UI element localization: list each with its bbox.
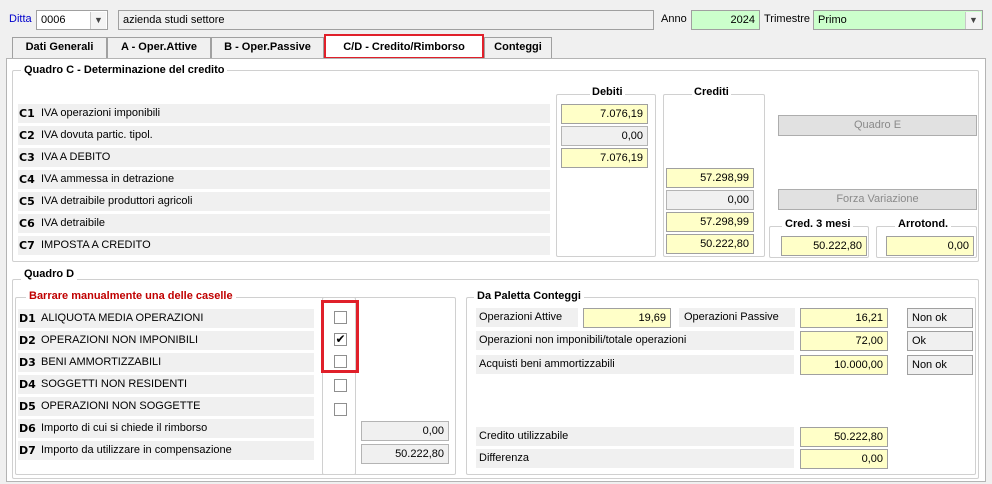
d7-field: 50.222,80 [361, 444, 449, 464]
code-d1: D1 [19, 312, 36, 325]
differenza-label: Differenza [479, 452, 529, 464]
label-c4: IVA ammessa in detrazione [41, 173, 175, 185]
code-d2: D2 [19, 334, 36, 347]
d5-checkbox[interactable] [334, 403, 347, 416]
code-d4: D4 [19, 378, 36, 391]
tab-conteggi[interactable]: Conteggi [484, 37, 552, 58]
ditta-label: Ditta [9, 13, 32, 25]
beni-label: Acquisti beni ammortizzabili [479, 358, 615, 370]
c4-crediti-field[interactable]: 57.298,99 [666, 168, 754, 188]
label-c6: IVA detraibile [41, 217, 106, 229]
d2-checkbox[interactable]: ✔ [334, 333, 347, 346]
c6-crediti-field[interactable]: 57.298,99 [666, 212, 754, 232]
label-d1: ALIQUOTA MEDIA OPERAZIONI [41, 312, 204, 324]
code-d5: D5 [19, 400, 36, 413]
code-d6: D6 [19, 422, 36, 435]
label-d4: SOGGETTI NON RESIDENTI [41, 378, 188, 390]
crediti-header: Crediti [692, 86, 731, 98]
credito-label: Credito utilizzabile [479, 430, 569, 442]
oper-passive-field[interactable]: 16,21 [800, 308, 888, 328]
trimestre-label: Trimestre [764, 13, 811, 25]
code-d7: D7 [19, 444, 36, 457]
oper-passive-status: Non ok [907, 308, 973, 328]
code-c1: C1 [19, 107, 35, 120]
label-d3: BENI AMMORTIZZABILI [41, 356, 162, 368]
code-c4: C4 [19, 173, 35, 186]
chevron-down-icon[interactable]: ▼ [965, 12, 981, 29]
d6-field: 0,00 [361, 421, 449, 441]
code-c6: C6 [19, 217, 35, 230]
non-imponibili-label: Operazioni non imponibili/totale operazi… [479, 334, 687, 346]
arrotond-field[interactable]: 0,00 [886, 236, 974, 256]
c5-crediti-field: 0,00 [666, 190, 754, 210]
d1-checkbox[interactable] [334, 311, 347, 324]
code-c3: C3 [19, 151, 35, 164]
code-d3: D3 [19, 356, 36, 369]
quadro-d-instruction: Barrare manualmente una delle caselle [26, 290, 236, 302]
forza-variazione-button[interactable]: Forza Variazione [778, 189, 977, 210]
arrotond-label: Arrotond. [895, 218, 952, 230]
quadro-d-title: Quadro D [21, 268, 78, 280]
tab-dati-generali[interactable]: Dati Generali [12, 37, 107, 58]
label-d2: OPERAZIONI NON IMPONIBILI [41, 334, 199, 346]
anno-field[interactable]: 2024 [691, 10, 760, 30]
anno-label: Anno [661, 13, 687, 25]
code-c5: C5 [19, 195, 35, 208]
oper-attive-label: Operazioni Attive [479, 311, 563, 323]
non-imponibili-status: Ok [907, 331, 973, 351]
tab-oper-passive[interactable]: B - Oper.Passive [211, 37, 324, 58]
d4-checkbox[interactable] [334, 379, 347, 392]
quadro-e-button[interactable]: Quadro E [778, 115, 977, 136]
c7-crediti-field[interactable]: 50.222,80 [666, 234, 754, 254]
c3-debiti-field[interactable]: 7.076,19 [561, 148, 648, 168]
beni-status: Non ok [907, 355, 973, 375]
label-c1: IVA operazioni imponibili [41, 107, 161, 119]
label-d5: OPERAZIONI NON SOGGETTE [41, 400, 201, 412]
label-c5: IVA detraibile produttori agricoli [41, 195, 193, 207]
debiti-header: Debiti [590, 86, 625, 98]
checkmark-icon: ✔ [335, 332, 346, 346]
chevron-down-icon[interactable]: ▼ [90, 12, 106, 29]
trimestre-select[interactable]: Primo ▼ [813, 10, 983, 30]
tab-credito-rimborso[interactable]: C/D - Credito/Rimborso [324, 34, 484, 59]
code-c2: C2 [19, 129, 35, 142]
ditta-value: 0006 [41, 14, 66, 26]
c1-debiti-field[interactable]: 7.076,19 [561, 104, 648, 124]
oper-attive-field[interactable]: 19,69 [583, 308, 671, 328]
quadro-c-title: Quadro C - Determinazione del credito [21, 64, 228, 76]
tab-oper-attive[interactable]: A - Oper.Attive [107, 37, 211, 58]
label-c3: IVA A DEBITO [41, 151, 111, 163]
d3-checkbox[interactable] [334, 355, 347, 368]
cred3mesi-field[interactable]: 50.222,80 [781, 236, 867, 256]
label-d6: Importo di cui si chiede il rimborso [41, 422, 208, 434]
code-c7: C7 [19, 239, 35, 252]
credito-field[interactable]: 50.222,80 [800, 427, 888, 447]
oper-passive-label: Operazioni Passive [684, 311, 779, 323]
cred3mesi-label: Cred. 3 mesi [782, 218, 854, 230]
label-c2: IVA dovuta partic. tipol. [41, 129, 153, 141]
paletta-title: Da Paletta Conteggi [474, 290, 584, 302]
non-imponibili-field[interactable]: 72,00 [800, 331, 888, 351]
beni-field[interactable]: 10.000,00 [800, 355, 888, 375]
ditta-name-field: azienda studi settore [118, 10, 654, 30]
c2-debiti-field: 0,00 [561, 126, 648, 146]
label-d7: Importo da utilizzare in compensazione [41, 444, 232, 456]
ditta-select[interactable]: 0006 ▼ [36, 10, 108, 30]
label-c7: IMPOSTA A CREDITO [41, 239, 151, 251]
differenza-field[interactable]: 0,00 [800, 449, 888, 469]
trimestre-value: Primo [818, 14, 847, 26]
